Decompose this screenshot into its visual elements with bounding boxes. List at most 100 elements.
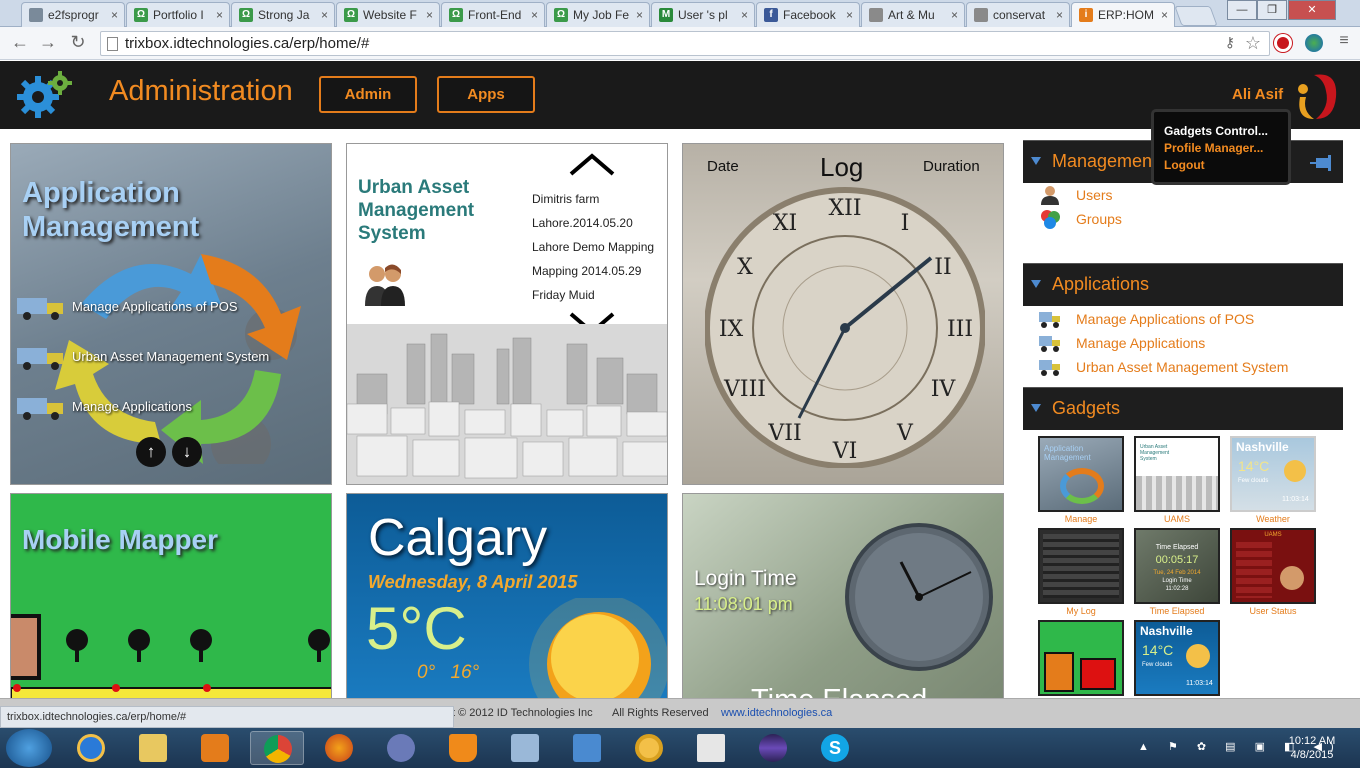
weather-tile[interactable]: Calgary Wednesday, 8 April 2015 5°C 0° 1… bbox=[346, 493, 668, 703]
skype-icon: S bbox=[821, 734, 849, 762]
gadget-manage[interactable]: Application Management Manage bbox=[1038, 436, 1124, 524]
tab-close-icon[interactable]: × bbox=[741, 8, 748, 22]
browser-tab[interactable]: Ω Front-End × bbox=[441, 2, 545, 27]
gadget-weather[interactable]: Nashville 14°C Few clouds 11:03:14 Weath… bbox=[1230, 436, 1316, 524]
tile-link-manage-pos[interactable]: Manage Applications of POS bbox=[15, 294, 238, 320]
gadget-thumbnail: Application Management bbox=[1038, 436, 1124, 512]
weather-date: Wednesday, 8 April 2015 bbox=[368, 572, 578, 592]
applications-section-header[interactable]: Applications bbox=[1023, 263, 1343, 306]
tab-close-icon[interactable]: × bbox=[321, 8, 328, 22]
list-item[interactable]: Lahore Demo Mapping bbox=[532, 240, 654, 254]
vlc-taskbar-button[interactable] bbox=[436, 731, 490, 765]
tab-close-icon[interactable]: × bbox=[951, 8, 958, 22]
list-item[interactable]: Friday Muid bbox=[532, 288, 595, 302]
eclipse-taskbar-button[interactable] bbox=[746, 731, 800, 765]
browser-tab[interactable]: Ω Strong Ja × bbox=[231, 2, 335, 27]
login-time-value: 11:08:01 pm bbox=[694, 594, 793, 614]
back-icon[interactable]: ← bbox=[8, 32, 32, 53]
browser-tab[interactable]: Ω My Job Fe × bbox=[546, 2, 650, 27]
list-item[interactable]: Lahore.2014.05.20 bbox=[532, 216, 633, 230]
tile-link-uams[interactable]: Urban Asset Management System bbox=[15, 344, 269, 370]
network-taskbar-button[interactable] bbox=[560, 731, 614, 765]
gadget-weather-2[interactable]: Nashville 14°C Few clouds 11:03:14 bbox=[1134, 620, 1220, 698]
browser-tab[interactable]: i ERP:HOM × bbox=[1071, 2, 1175, 28]
footer-link[interactable]: www.idtechnologies.ca bbox=[721, 707, 832, 719]
list-item[interactable]: Dimitris farm bbox=[532, 192, 599, 206]
gadget-my-log[interactable]: My Log bbox=[1038, 528, 1124, 616]
uams-tile[interactable]: Urban Asset Management System Dimitris far… bbox=[346, 143, 668, 485]
skype-taskbar-button[interactable]: S bbox=[808, 731, 862, 765]
tile-link-manage-apps[interactable]: Manage Applications bbox=[15, 394, 192, 420]
tab-label: conservat bbox=[993, 8, 1046, 22]
document-taskbar-button[interactable] bbox=[684, 731, 738, 765]
menu-item-gadgets-control[interactable]: Gadgets Control... bbox=[1164, 123, 1288, 140]
gadgets-section-header[interactable]: Gadgets bbox=[1023, 387, 1343, 430]
tab-close-icon[interactable]: × bbox=[216, 8, 223, 22]
sidebar-item-uams[interactable]: Urban Asset Management System bbox=[1039, 357, 1288, 377]
sidebar-item-groups[interactable]: Groups bbox=[1039, 209, 1122, 229]
tab-close-icon[interactable]: × bbox=[111, 8, 118, 22]
minimize-button[interactable]: — bbox=[1227, 0, 1257, 20]
browser-tab[interactable]: Ω Portfolio I × bbox=[126, 2, 230, 27]
browser-tab[interactable]: Art & Mu × bbox=[861, 2, 965, 27]
list-item[interactable]: Mapping 2014.05.29 bbox=[532, 264, 641, 278]
pin-icon[interactable] bbox=[1310, 155, 1334, 171]
maximize-button[interactable]: ❐ bbox=[1257, 0, 1287, 20]
svg-text:III: III bbox=[947, 317, 973, 342]
tab-close-icon[interactable]: × bbox=[426, 8, 433, 22]
bookmark-star-icon[interactable]: ☆ bbox=[1245, 33, 1261, 54]
forward-icon[interactable]: → bbox=[36, 32, 60, 53]
company-logo-icon[interactable] bbox=[1290, 67, 1342, 123]
tab-close-icon[interactable]: × bbox=[636, 8, 643, 22]
close-window-button[interactable]: ✕ bbox=[1288, 0, 1336, 20]
scroll-down-icon[interactable]: ↓ bbox=[172, 437, 202, 467]
tab-close-icon[interactable]: × bbox=[1056, 8, 1063, 22]
gadget-uams[interactable]: Urban Asset Management System UAMS bbox=[1134, 436, 1220, 524]
app-taskbar-button[interactable] bbox=[374, 731, 428, 765]
firefox-taskbar-button[interactable] bbox=[312, 731, 366, 765]
gadget-mobile-mapper[interactable] bbox=[1038, 620, 1124, 698]
tab-close-icon[interactable]: × bbox=[1161, 8, 1168, 22]
media-taskbar-button[interactable] bbox=[188, 731, 242, 765]
chrome-taskbar-button[interactable] bbox=[250, 731, 304, 765]
weather-city: Calgary bbox=[368, 509, 548, 567]
sidebar-item-manage-apps[interactable]: Manage Applications bbox=[1039, 333, 1205, 353]
explorer-taskbar-button[interactable] bbox=[126, 731, 180, 765]
settings-taskbar-button[interactable] bbox=[498, 731, 552, 765]
browser-tab[interactable]: e2fsprogr × bbox=[21, 2, 125, 27]
gadget-time-elapsed[interactable]: Time Elapsed 00:05:17 Tue, 24 Feb 2014 L… bbox=[1134, 528, 1220, 616]
browser-tab[interactable]: f Facebook × bbox=[756, 2, 860, 27]
globe-extension-icon[interactable] bbox=[1305, 34, 1323, 52]
browser-tab[interactable]: Ω Website F × bbox=[336, 2, 440, 27]
tab-close-icon[interactable]: × bbox=[846, 8, 853, 22]
apps-button[interactable]: Apps bbox=[437, 76, 535, 113]
start-button[interactable] bbox=[6, 729, 52, 767]
chevron-up-icon[interactable] bbox=[569, 152, 615, 178]
scroll-up-icon[interactable]: ↑ bbox=[136, 437, 166, 467]
time-elapsed-tile[interactable]: Login Time 11:08:01 pm Time Elapsed bbox=[682, 493, 1004, 703]
power-extension-icon[interactable] bbox=[1274, 34, 1292, 52]
triangle-down-icon bbox=[1031, 280, 1041, 288]
key-icon[interactable]: ⚷ bbox=[1225, 34, 1235, 51]
ie-taskbar-button[interactable] bbox=[64, 731, 118, 765]
coin-taskbar-button[interactable] bbox=[622, 731, 676, 765]
menu-item-logout[interactable]: Logout bbox=[1164, 157, 1288, 174]
application-management-tile[interactable]: Application Management Manage Application… bbox=[10, 143, 332, 485]
taskbar-clock[interactable]: 10:12 AM 4/8/2015 bbox=[1282, 734, 1342, 762]
menu-item-profile-manager[interactable]: Profile Manager... bbox=[1164, 140, 1288, 157]
tab-label: My Job Fe bbox=[573, 8, 630, 22]
sidebar-item-users[interactable]: Users bbox=[1039, 185, 1113, 205]
sidebar-item-manage-apps-pos[interactable]: Manage Applications of POS bbox=[1039, 309, 1254, 329]
gadget-user-status[interactable]: UAMS User Status bbox=[1230, 528, 1316, 616]
reload-icon[interactable]: ↻ bbox=[66, 32, 90, 53]
tab-close-icon[interactable]: × bbox=[531, 8, 538, 22]
user-name[interactable]: Ali Asif bbox=[1232, 86, 1283, 103]
mobile-mapper-tile[interactable]: Mobile Mapper bbox=[10, 493, 332, 703]
browser-tab[interactable]: conservat × bbox=[966, 2, 1070, 27]
new-tab-button[interactable] bbox=[1174, 6, 1218, 26]
menu-icon[interactable]: ≡ bbox=[1332, 32, 1356, 50]
browser-tab[interactable]: M User 's pl × bbox=[651, 2, 755, 27]
address-bar[interactable]: trixbox.idtechnologies.ca/erp/home/# ⚷ ☆ bbox=[100, 31, 1270, 56]
admin-button[interactable]: Admin bbox=[319, 76, 417, 113]
log-tile[interactable]: XII I II III IV V VI VII VIII IX X XI Date Log D… bbox=[682, 143, 1004, 485]
